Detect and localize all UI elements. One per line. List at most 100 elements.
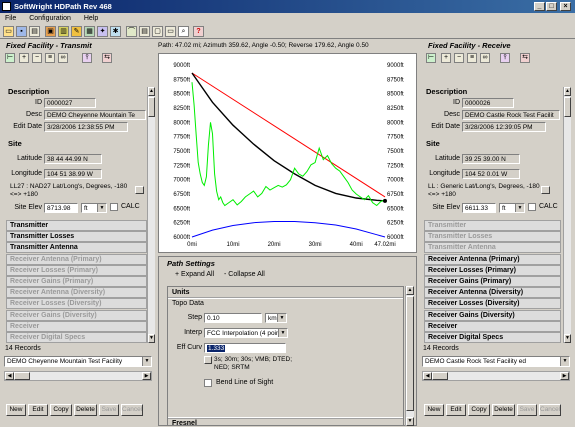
elev-unit-select[interactable]: ft ▼ <box>81 203 107 213</box>
path-icon[interactable]: ⌒ <box>126 26 137 37</box>
calc-checkbox[interactable] <box>528 203 536 211</box>
desc-field[interactable]: DEMO Cheyenne Mountain Te <box>44 110 146 120</box>
category-transmitter[interactable]: Transmitter <box>6 220 147 231</box>
map-icon[interactable]: ✦ <box>97 26 108 37</box>
scroll-up-icon[interactable]: ▲ <box>406 286 414 295</box>
scroll-down-icon[interactable]: ▼ <box>148 334 155 343</box>
site-elev-field[interactable]: 8713.98 <box>44 203 78 213</box>
id-field[interactable]: 0000026 <box>462 98 514 108</box>
category-receiver-antenna-diversity[interactable]: Receiver Antenna (Diversity) <box>424 287 561 299</box>
eff-curv-field[interactable]: 1.333 <box>204 343 286 353</box>
category-receiver-gains-primary[interactable]: Receiver Gains (Primary) <box>424 276 561 287</box>
remove-icon[interactable]: − <box>454 53 464 63</box>
latitude-field[interactable]: 39 25 39.00 N <box>462 154 520 164</box>
step-field[interactable]: 0.10 <box>204 313 262 323</box>
tower-icon[interactable]: ⫯ <box>82 53 92 63</box>
interp-select[interactable]: FCC Interpolation (4 points) ▼ <box>204 328 288 338</box>
longitude-field[interactable]: 104 51 38.99 W <box>44 169 102 179</box>
datum-button[interactable] <box>135 186 144 194</box>
transmit-scrollbar[interactable]: ▲ ▼ <box>147 87 155 343</box>
category-receiver-antenna-primary[interactable]: Receiver Antenna (Primary) <box>424 253 561 265</box>
edit-button[interactable]: Edit <box>28 404 48 416</box>
print-icon[interactable]: ▤ <box>29 26 40 37</box>
category-transmitter-antenna[interactable]: Transmitter Antenna <box>6 242 147 254</box>
search-icon[interactable]: ⌕ <box>178 26 189 37</box>
maximize-button[interactable]: □ <box>546 2 557 11</box>
category-receiver-losses-primary[interactable]: Receiver Losses (Primary) <box>424 264 561 276</box>
scroll-down-icon[interactable]: ▼ <box>564 334 571 343</box>
copy-icon[interactable]: ▣ <box>45 26 56 37</box>
expand-all-link[interactable]: + Expand All <box>175 271 214 278</box>
swap-icon[interactable]: ⇆ <box>102 53 112 63</box>
minimize-button[interactable]: _ <box>534 2 545 11</box>
bend-line-checkbox[interactable] <box>204 379 212 387</box>
delete-button[interactable]: Delete <box>74 404 97 416</box>
data-source-button[interactable] <box>204 356 212 364</box>
id-field[interactable]: 0000027 <box>44 98 96 108</box>
units-header[interactable]: Units <box>168 287 403 298</box>
edit-icon[interactable]: ▥ <box>58 26 69 37</box>
scroll-left-icon[interactable]: ◀ <box>5 372 14 380</box>
elev-unit-select[interactable]: ft ▼ <box>499 203 525 213</box>
add-icon[interactable]: + <box>19 53 29 63</box>
add-icon[interactable]: + <box>441 53 451 63</box>
tools-icon[interactable]: ▦ <box>84 26 95 37</box>
category-receiver-losses-diversity[interactable]: Receiver Losses (Diversity) <box>424 298 561 310</box>
scroll-up-icon[interactable]: ▲ <box>564 87 571 96</box>
scroll-thumb[interactable] <box>406 296 414 411</box>
page-icon[interactable]: ▭ <box>165 26 176 37</box>
profile-icon[interactable]: ⊢ <box>5 53 15 63</box>
hscroll-thumb[interactable] <box>432 372 448 380</box>
binoculars-icon[interactable]: ∞ <box>58 53 68 63</box>
scroll-thumb[interactable] <box>564 97 571 117</box>
calc-checkbox[interactable] <box>110 203 118 211</box>
report-icon[interactable]: ▤ <box>139 26 150 37</box>
step-unit-select[interactable]: km ▼ <box>265 313 287 323</box>
remove-icon[interactable]: − <box>32 53 42 63</box>
category-receiver-digital-specs[interactable]: Receiver Digital Specs <box>424 332 561 343</box>
settings-icon[interactable]: ✎ <box>71 26 82 37</box>
edit-button[interactable]: Edit <box>446 404 466 416</box>
scroll-right-icon[interactable]: ▶ <box>142 372 151 380</box>
satellite-icon[interactable]: ✱ <box>110 26 121 37</box>
record-select[interactable]: DEMO Castle Rock Test Facility ed ▼ <box>422 356 570 367</box>
site-elev-field[interactable]: 6611.33 <box>462 203 496 213</box>
collapse-all-link[interactable]: - Collapse All <box>224 271 265 278</box>
save-icon[interactable]: ▪ <box>16 26 27 37</box>
new-button[interactable]: New <box>424 404 444 416</box>
desc-field[interactable]: DEMO Castle Rock Test Facilit <box>462 110 560 120</box>
menu-help[interactable]: Help <box>84 15 98 22</box>
help-icon[interactable]: ? <box>193 26 204 37</box>
copy-button[interactable]: Copy <box>468 404 490 416</box>
binoculars-icon[interactable]: ∞ <box>480 53 490 63</box>
datum-button[interactable] <box>541 186 550 194</box>
category-receiver-gains-diversity[interactable]: Receiver Gains (Diversity) <box>424 309 561 321</box>
tower-icon[interactable]: ⫯ <box>500 53 510 63</box>
record-hscroll[interactable]: ◀ ▶ <box>4 371 152 381</box>
copy-button[interactable]: Copy <box>50 404 72 416</box>
latitude-field[interactable]: 38 44 44.99 N <box>44 154 102 164</box>
scroll-left-icon[interactable]: ◀ <box>423 372 432 380</box>
list-icon[interactable]: ≡ <box>45 53 55 63</box>
new-button[interactable]: New <box>6 404 26 416</box>
open-icon[interactable]: ▭ <box>3 26 14 37</box>
profile-chart[interactable]: 9000ft 9000ft 8750ft 8750ft 8500ft 8500ft 8250… <box>158 53 417 253</box>
hscroll-thumb[interactable] <box>14 372 30 380</box>
scroll-thumb[interactable] <box>148 97 155 117</box>
receive-scrollbar[interactable]: ▲ ▼ <box>563 87 571 343</box>
longitude-field[interactable]: 104 52 0.01 W <box>462 169 520 179</box>
profile-icon[interactable]: ⊢ <box>426 53 436 63</box>
close-button[interactable]: × <box>560 2 571 11</box>
menu-configuration[interactable]: Configuration <box>29 15 71 22</box>
list-icon[interactable]: ≡ <box>467 53 477 63</box>
path-settings-scrollbar[interactable]: ▲ ▼ <box>405 286 414 426</box>
delete-button[interactable]: Delete <box>492 404 515 416</box>
swap-icon[interactable]: ⇆ <box>520 53 530 63</box>
record-hscroll[interactable]: ◀ ▶ <box>422 371 570 381</box>
category-receiver[interactable]: Receiver <box>424 320 561 332</box>
category-transmitter-losses[interactable]: Transmitter Losses <box>6 231 147 243</box>
fresnel-header[interactable]: Fresnel <box>168 418 403 425</box>
scroll-right-icon[interactable]: ▶ <box>560 372 569 380</box>
scroll-down-icon[interactable]: ▼ <box>406 417 414 426</box>
scroll-up-icon[interactable]: ▲ <box>148 87 155 96</box>
